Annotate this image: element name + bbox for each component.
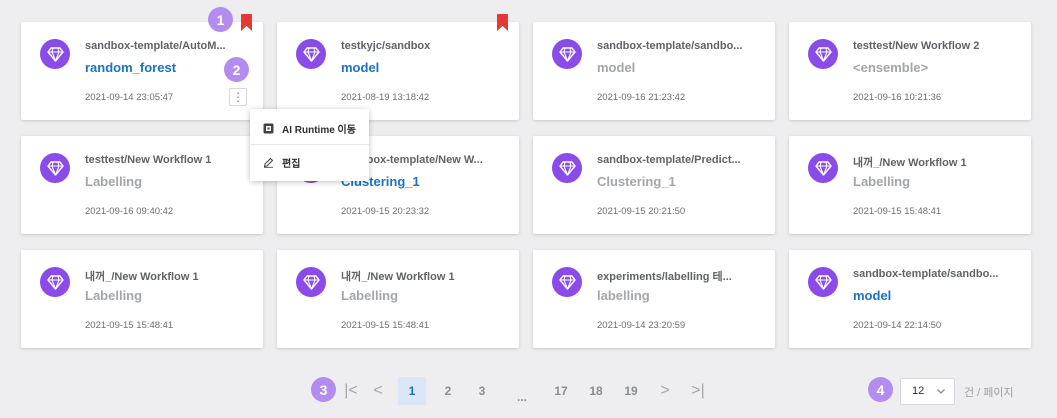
model-name[interactable]: random_forest (85, 60, 176, 75)
bookmark-icon[interactable] (497, 14, 508, 31)
model-card[interactable]: experiments/labelling 테... labelling 2021-… (533, 250, 775, 348)
model-date: 2021-09-16 09:40:42 (85, 206, 174, 217)
pencil-icon (263, 157, 274, 168)
page-size-value: 12 (912, 385, 925, 397)
model-path: 내꺼_/New Workflow 1 (85, 271, 199, 283)
model-avatar (40, 267, 70, 297)
diamond-icon (814, 46, 832, 62)
model-date: 2021-09-14 23:20:59 (597, 320, 686, 331)
first-page-button[interactable]: |< (340, 377, 362, 405)
model-path: 내꺼_/New Workflow 1 (853, 157, 967, 169)
page-button-18[interactable]: 18 (583, 377, 609, 405)
model-card[interactable]: sandbox-template/sandbo... model 2021-09-1… (789, 250, 1031, 348)
model-date: 2021-09-15 15:48:41 (85, 320, 174, 331)
model-avatar (552, 267, 582, 297)
more-options-button[interactable]: ⋮ (229, 88, 247, 106)
model-path: sandbox-template/AutoM... (85, 40, 226, 52)
model-avatar (808, 39, 838, 69)
menu-divider (250, 144, 369, 145)
callout-badge-4: 4 (868, 377, 893, 402)
model-date: 2021-09-15 20:23:32 (341, 206, 430, 217)
next-page-button[interactable]: > (655, 377, 675, 405)
diamond-icon (814, 274, 832, 290)
model-card[interactable]: 내꺼_/New Workflow 1 Labelling 2021-09-15 15… (21, 250, 263, 348)
model-name: <ensemble> (853, 60, 929, 75)
menu-item-edit-label: 편집 (282, 159, 301, 170)
model-date: 2021-09-16 21:23:42 (597, 92, 686, 103)
last-page-button[interactable]: >| (687, 377, 709, 405)
model-name: Labelling (341, 288, 399, 303)
model-card-grid: sandbox-template/AutoM... random_forest 20… (21, 14, 1031, 352)
bookmark-icon[interactable] (241, 14, 252, 31)
diamond-icon (46, 46, 64, 62)
menu-item-edit[interactable]: 편집 (263, 155, 300, 170)
model-card[interactable]: testtest/New Workflow 2 <ensemble> 2021-09… (789, 22, 1031, 120)
diamond-icon (302, 274, 320, 290)
model-name: Labelling (853, 174, 911, 189)
menu-item-ai-runtime-label: AI Runtime 이동 (282, 125, 356, 136)
diamond-icon (814, 160, 832, 176)
model-name: labelling (597, 288, 650, 303)
diamond-icon (558, 274, 576, 290)
page-button-3[interactable]: 3 (470, 377, 494, 405)
model-name: Labelling (85, 174, 143, 189)
callout-badge-2: 2 (224, 57, 249, 82)
model-card[interactable]: testkyjc/sandbox model 2021-08-19 13:18:42 (277, 14, 519, 120)
diamond-icon (558, 160, 576, 176)
model-path: experiments/labelling 테... (597, 271, 732, 283)
page-size-select[interactable]: 12 (900, 378, 955, 405)
page-ellipsis: ... (516, 390, 527, 404)
model-date: 2021-09-15 20:21:50 (597, 206, 686, 217)
model-avatar (552, 39, 582, 69)
page-button-17[interactable]: 17 (548, 377, 574, 405)
page-size-label: 건 / 페이지 (964, 387, 1014, 399)
model-avatar (552, 153, 582, 183)
chevron-down-icon (937, 389, 945, 394)
model-name: model (597, 60, 636, 75)
diamond-icon (302, 46, 320, 62)
model-card[interactable]: 내꺼_/New Workflow 1 Labelling 2021-09-15 15… (277, 250, 519, 348)
model-name[interactable]: model (853, 288, 891, 303)
card-context-menu: AI Runtime 이동 편집 (250, 109, 369, 181)
diamond-icon (558, 46, 576, 62)
menu-item-ai-runtime[interactable]: AI Runtime 이동 (263, 121, 356, 136)
model-avatar (808, 153, 838, 183)
model-path: testtest/New Workflow 1 (85, 154, 212, 166)
model-path: testtest/New Workflow 2 (853, 40, 980, 52)
model-date: 2021-09-16 10:21:36 (853, 92, 942, 103)
model-path: testkyjc/sandbox (341, 40, 431, 52)
model-path: sandbox-template/sandbo... (597, 40, 743, 52)
model-date: 2021-09-14 22:14:50 (853, 320, 942, 331)
callout-badge-3: 3 (311, 377, 336, 402)
model-date: 2021-09-15 15:48:41 (853, 206, 942, 217)
model-name: Clustering_1 (597, 174, 676, 189)
model-date: 2021-09-14 23:05:47 (85, 92, 174, 103)
diamond-icon (46, 160, 64, 176)
page-button-19[interactable]: 19 (618, 377, 644, 405)
model-avatar (296, 267, 326, 297)
page-button-2[interactable]: 2 (436, 377, 460, 405)
page-button-1[interactable]: 1 (398, 377, 426, 405)
model-card[interactable]: sandbox-template/Predict... Clustering_1 2… (533, 136, 775, 234)
model-path: sandbox-template/sandbo... (853, 268, 999, 280)
pagination: |< < 1 2 3 ... 17 18 19 > >| (340, 377, 720, 405)
model-date: 2021-08-19 13:18:42 (341, 92, 430, 103)
callout-badge-1: 1 (208, 7, 233, 32)
model-name[interactable]: model (341, 60, 379, 75)
model-avatar (40, 153, 70, 183)
model-card[interactable]: 내꺼_/New Workflow 1 Labelling 2021-09-15 15… (789, 136, 1031, 234)
diamond-icon (46, 274, 64, 290)
model-avatar (40, 39, 70, 69)
model-card[interactable]: testtest/New Workflow 1 Labelling 2021-09-… (21, 136, 263, 234)
model-path: 내꺼_/New Workflow 1 (341, 271, 455, 283)
model-name: Labelling (85, 288, 143, 303)
model-date: 2021-09-15 15:48:41 (341, 320, 430, 331)
prev-page-button[interactable]: < (368, 377, 388, 405)
runtime-icon (263, 123, 274, 134)
model-avatar (808, 267, 838, 297)
model-path: sandbox-template/Predict... (597, 154, 741, 166)
model-avatar (296, 39, 326, 69)
model-card[interactable]: sandbox-template/sandbo... model 2021-09-1… (533, 22, 775, 120)
